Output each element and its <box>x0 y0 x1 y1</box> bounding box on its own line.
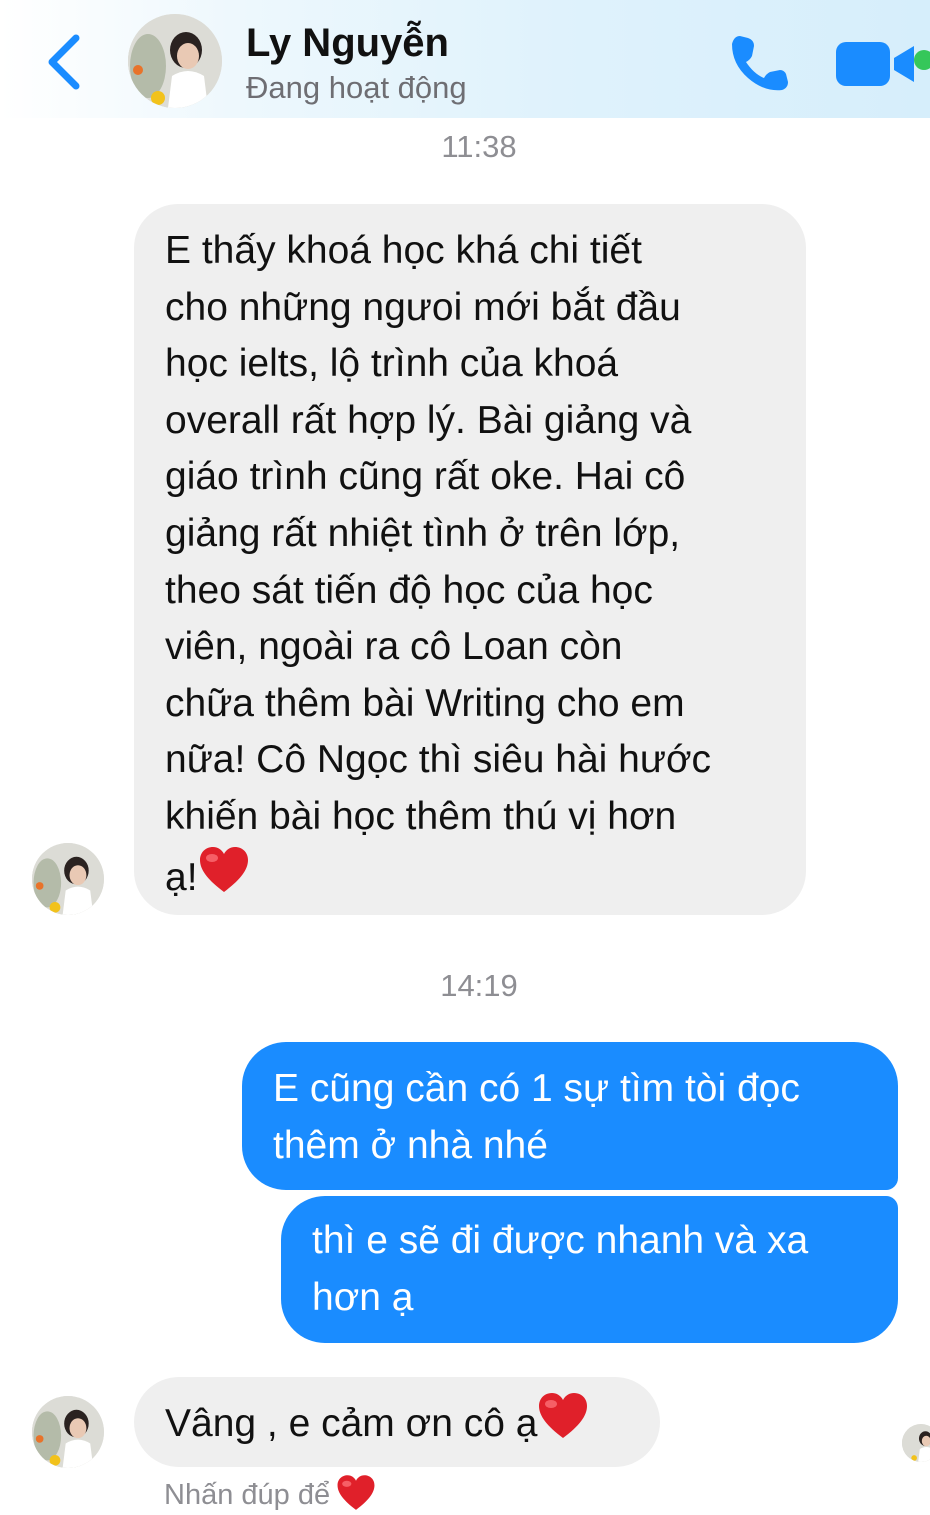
chat-header: Ly Nguyễn Đang hoạt động <box>0 0 930 118</box>
message-bubble-outgoing[interactable]: E cũng cần có 1 sự tìm tòi đọc thêm ở nh… <box>242 1042 898 1190</box>
message-line: ạ! <box>165 855 198 899</box>
heart-emoji <box>337 1475 375 1510</box>
message-line: thì e sẽ đi được nhanh và xa <box>312 1219 809 1262</box>
phone-icon <box>732 36 788 91</box>
message-line: chữa thêm bài Writing cho em <box>165 681 685 725</box>
contact-avatar[interactable] <box>128 14 222 108</box>
chevron-left-icon <box>48 34 80 90</box>
message-line: giảng rất nhiệt tình ở trên lớp, <box>165 511 681 555</box>
timestamp: 14:19 <box>440 968 518 1003</box>
message-line: giáo trình cũng rất oke. Hai cô <box>165 455 686 499</box>
message-bubble-incoming[interactable]: Vâng , e cảm ơn cô ạ <box>134 1377 660 1467</box>
message-line: hơn ạ <box>312 1275 414 1319</box>
message-line: E cũng cần có 1 sự tìm tòi đọc <box>273 1067 800 1110</box>
avatar-photo <box>128 14 222 108</box>
message-bubble-incoming[interactable]: E thấy khoá học khá chi tiết cho những n… <box>134 204 806 915</box>
message-line: khiến bài học thêm thú vị hơn <box>165 794 677 838</box>
message-line: nữa! Cô Ngọc thì siêu hài hước <box>165 738 712 782</box>
active-status-dot <box>914 50 930 70</box>
sender-avatar[interactable] <box>32 843 104 915</box>
message-line: theo sát tiến độ học của học <box>165 568 653 612</box>
message-bubble-outgoing[interactable]: thì e sẽ đi được nhanh và xa hơn ạ <box>281 1196 898 1343</box>
heart-emoji <box>539 1393 588 1438</box>
back-button[interactable] <box>36 26 96 96</box>
avatar-photo <box>32 1396 104 1468</box>
timestamp: 11:38 <box>441 129 517 164</box>
double-tap-hint: Nhấn đúp để <box>164 1474 376 1515</box>
sender-avatar[interactable] <box>32 1396 104 1468</box>
message-line: cho những ngưoi mới bắt đầu <box>165 285 681 329</box>
heart-emoji <box>199 846 248 892</box>
contact-status: Đang hoạt động <box>246 70 467 105</box>
message-line: viên, ngoài ra cô Loan còn <box>165 625 623 669</box>
hint-text: Nhấn đúp để <box>164 1479 331 1511</box>
message-line: E thấy khoá học khá chi tiết <box>165 229 642 272</box>
message-line: thêm ở nhà nhé <box>273 1123 548 1167</box>
voice-call-button[interactable] <box>726 30 792 96</box>
contact-name[interactable]: Ly Nguyễn <box>246 20 449 66</box>
avatar-photo <box>902 1424 930 1462</box>
message-line: overall rất hợp lý. Bài giảng và <box>165 398 692 442</box>
message-text: Vâng , e cảm ơn cô ạ <box>165 1402 538 1445</box>
seen-receipt-avatar <box>902 1424 930 1462</box>
message-line: học ielts, lộ trình của khoá <box>165 342 619 386</box>
avatar-photo <box>32 843 104 915</box>
